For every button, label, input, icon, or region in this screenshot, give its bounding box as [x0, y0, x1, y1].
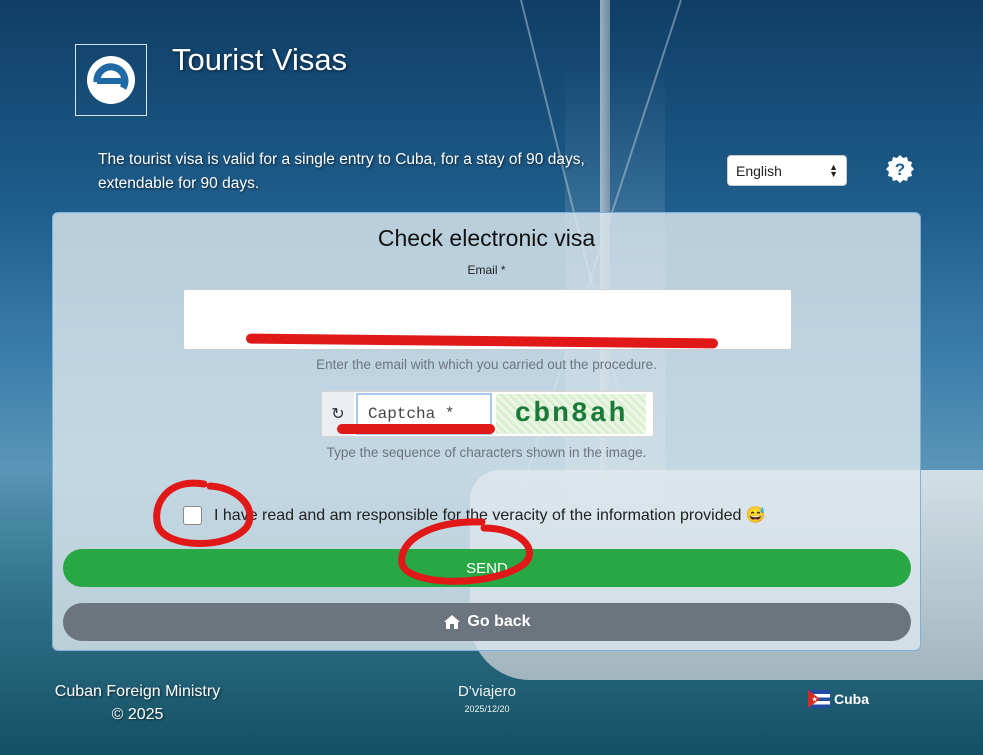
help-question-icon[interactable]: ?: [885, 154, 915, 184]
email-help-text: Enter the email with which you carried o…: [316, 357, 657, 372]
footer-date: 2025/12/20: [464, 704, 510, 714]
captcha-help-text: Type the sequence of characters shown in…: [326, 445, 647, 460]
go-back-button[interactable]: Go back: [63, 603, 911, 641]
e-logo-icon: [87, 56, 135, 104]
brand-name: D'viajero: [458, 683, 516, 700]
cuba-flag-icon: ★: [808, 690, 830, 708]
captcha-image: cbn8ah: [496, 394, 646, 434]
page-title: Tourist Visas: [172, 42, 348, 77]
copyright: © 2025: [111, 706, 164, 723]
ministry-name: Cuban Foreign Ministry: [54, 683, 221, 700]
annotation-circle-checkbox: [153, 479, 254, 547]
svg-text:?: ?: [895, 160, 905, 179]
footer-country[interactable]: ★ Cuba: [808, 688, 869, 710]
footer-ministry: Cuban Foreign Ministry © 2025: [50, 680, 225, 726]
home-icon: [444, 615, 461, 629]
go-back-label: Go back: [467, 613, 531, 630]
language-select[interactable]: English ▲ ▼: [727, 155, 847, 186]
email-label: Email *: [467, 263, 506, 277]
site-logo[interactable]: [75, 44, 147, 116]
language-select-value: English: [736, 162, 782, 179]
redaction-mark-captcha: [337, 424, 495, 434]
annotation-circle-send: [398, 518, 533, 585]
country-label: Cuba: [834, 691, 869, 707]
form-title: Check electronic visa: [377, 225, 596, 251]
select-arrows-icon: ▲ ▼: [829, 161, 838, 179]
svg-text:★: ★: [812, 696, 818, 704]
footer-brand[interactable]: D'viajero 2025/12/20: [437, 683, 537, 714]
visa-description: The tourist visa is valid for a single e…: [98, 151, 585, 192]
refresh-icon: ↻: [331, 406, 345, 423]
